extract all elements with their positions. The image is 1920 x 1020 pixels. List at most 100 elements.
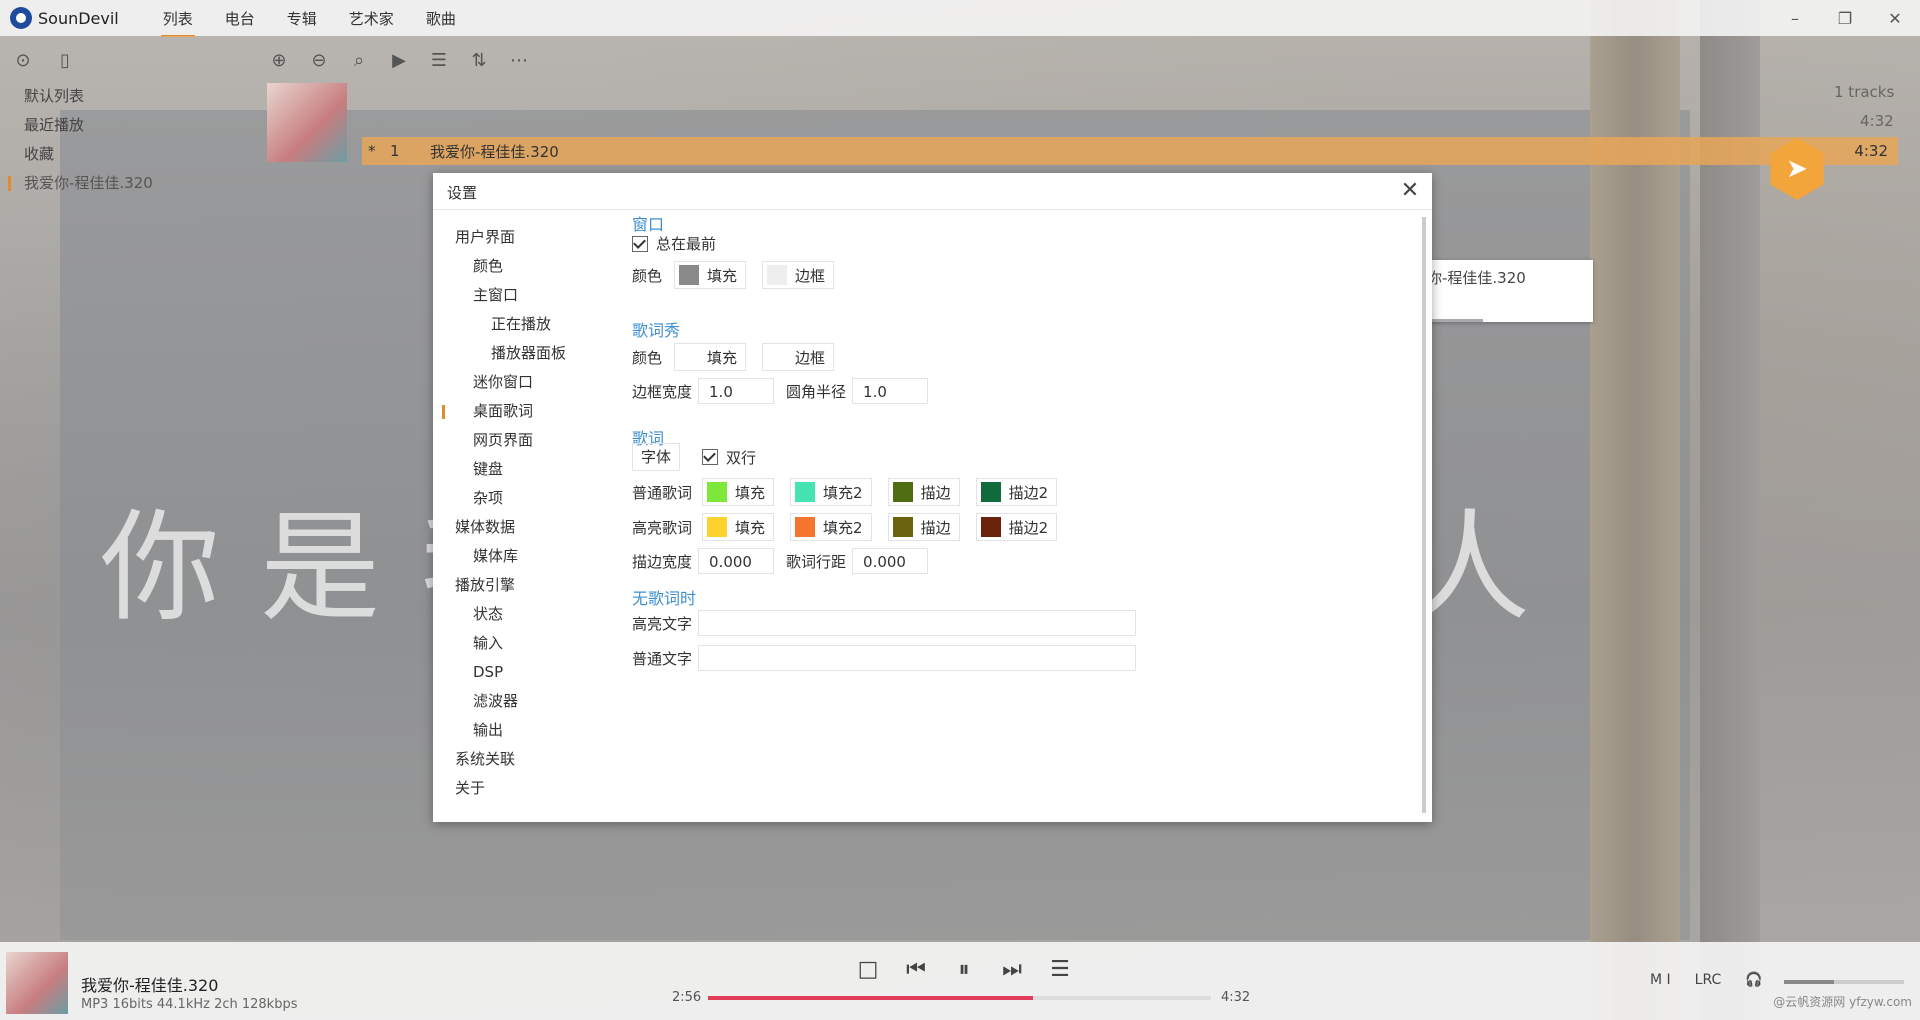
- lyric-show-border-button[interactable]: 边框: [762, 343, 835, 371]
- add-icon[interactable]: ⊕: [268, 50, 290, 72]
- always-on-top-row: 总在最前: [632, 233, 716, 254]
- window-fill-swatch: [679, 265, 700, 285]
- search-icon[interactable]: ⌕: [348, 50, 370, 72]
- tree-item[interactable]: 输出: [433, 716, 613, 745]
- tree-item[interactable]: 颜色: [433, 252, 613, 281]
- previous-icon[interactable]: ⏮: [903, 957, 929, 983]
- tree-item[interactable]: 正在播放: [433, 310, 613, 339]
- highlight-text-row: 高亮文字: [632, 610, 1137, 636]
- next-icon[interactable]: ⏭: [999, 957, 1025, 983]
- playlist-favorites[interactable]: 收藏: [24, 140, 153, 169]
- highlight-fill-button[interactable]: 填充: [702, 513, 775, 541]
- normal-fill-button[interactable]: 填充: [702, 478, 775, 506]
- player-bar: 我爱你-程佳佳.320 MP3 16bits 44.1kHz 2ch 128kb…: [0, 942, 1920, 1020]
- window-fill-button[interactable]: 填充: [674, 261, 747, 289]
- lrc-button[interactable]: LRC: [1695, 972, 1722, 988]
- highlight-stroke2-button[interactable]: 描边2: [975, 513, 1058, 541]
- close-icon[interactable]: ✕: [1396, 177, 1424, 205]
- border-width-field[interactable]: 1.0: [698, 378, 775, 404]
- sort-icon[interactable]: ⇅: [468, 50, 490, 72]
- tab-artist[interactable]: 艺术家: [345, 6, 398, 31]
- playlist-current[interactable]: 我爱你-程佳佳.320: [8, 169, 153, 198]
- section-title-lyric-show: 歌词秀: [632, 321, 681, 340]
- normal-stroke2-button[interactable]: 描边2: [975, 478, 1058, 506]
- window-border-button[interactable]: 边框: [762, 261, 835, 289]
- volume-slider[interactable]: [1784, 980, 1904, 984]
- tree-item[interactable]: 键盘: [433, 455, 613, 484]
- tree-item[interactable]: 关于: [433, 774, 613, 803]
- tree-item[interactable]: 迷你窗口: [433, 368, 613, 397]
- tab-radio[interactable]: 电台: [221, 6, 259, 31]
- window-section: 窗口: [632, 211, 664, 235]
- tree-item[interactable]: 滤波器: [433, 687, 613, 716]
- tree-item[interactable]: 播放引擎: [433, 571, 613, 600]
- tree-item[interactable]: 状态: [433, 600, 613, 629]
- highlight-stroke-label: 描边: [920, 518, 951, 537]
- lyric-show-fill-button[interactable]: 填充: [674, 343, 747, 371]
- corner-radius-field[interactable]: 1.0: [852, 378, 929, 404]
- tab-list[interactable]: 列表: [159, 6, 197, 37]
- pause-icon[interactable]: ⏸: [951, 957, 977, 983]
- duration-time: 4:32: [1221, 990, 1251, 1005]
- normal-text-label: 普通文字: [632, 649, 693, 668]
- tree-item[interactable]: 杂项: [433, 484, 613, 513]
- font-button[interactable]: 字体: [632, 443, 681, 471]
- line-spacing-field[interactable]: 0.000: [852, 548, 929, 574]
- play-icon[interactable]: ▶: [388, 50, 410, 72]
- tab-song[interactable]: 歌曲: [422, 6, 460, 31]
- normal-text-input[interactable]: [698, 645, 1137, 671]
- normal-fill2-label: 填充2: [823, 483, 863, 502]
- playlist-icon[interactable]: ☰: [1047, 957, 1073, 983]
- lyric-show-color-row: 颜色 填充 边框: [632, 343, 844, 371]
- close-window-icon[interactable]: ✕: [1870, 0, 1920, 36]
- remove-icon[interactable]: ⊖: [308, 50, 330, 72]
- normal-stroke-button[interactable]: 描边: [887, 478, 960, 506]
- window-controls: – ❐ ✕: [1770, 0, 1920, 36]
- tree-item[interactable]: 网页界面: [433, 426, 613, 455]
- scrollbar[interactable]: [1422, 217, 1426, 813]
- minimize-icon[interactable]: –: [1770, 0, 1820, 36]
- normal-lyrics-label: 普通歌词: [632, 483, 693, 502]
- restore-icon[interactable]: ❐: [1820, 0, 1870, 36]
- border-width-label: 边框宽度: [632, 382, 693, 401]
- track-row[interactable]: * 1 我爱你-程佳佳.320 4:32: [362, 137, 1898, 165]
- highlight-text-input[interactable]: [698, 610, 1137, 636]
- playlist-default[interactable]: 默认列表: [24, 82, 153, 111]
- normal-stroke2-label: 描边2: [1008, 483, 1049, 502]
- tree-item[interactable]: 系统关联: [433, 745, 613, 774]
- normal-stroke2-swatch: [980, 482, 1001, 502]
- play-circle-icon[interactable]: ⊙: [12, 50, 34, 72]
- double-line-checkbox[interactable]: [702, 449, 719, 465]
- tree-item[interactable]: DSP: [433, 658, 613, 687]
- tree-item[interactable]: 主窗口: [433, 281, 613, 310]
- view-icon[interactable]: ☰: [428, 50, 450, 72]
- tree-item[interactable]: 桌面歌词: [433, 397, 613, 426]
- playlist-recent[interactable]: 最近播放: [24, 111, 153, 140]
- window-fill-label: 填充: [707, 266, 738, 285]
- tab-album[interactable]: 专辑: [283, 6, 321, 31]
- tree-item[interactable]: 媒体库: [433, 542, 613, 571]
- more-icon[interactable]: ⋯: [508, 50, 530, 72]
- progress-bar[interactable]: [708, 996, 1211, 1000]
- highlight-lyrics-row: 高亮歌词 填充 填充2 描边 描边2: [632, 513, 1067, 541]
- new-playlist-icon[interactable]: ▯: [54, 50, 76, 72]
- stop-icon[interactable]: □: [855, 957, 881, 983]
- highlight-fill2-swatch: [795, 517, 816, 537]
- progress-fill: [708, 996, 1034, 1000]
- stroke-width-field[interactable]: 0.000: [698, 548, 775, 574]
- normal-fill2-button[interactable]: 填充2: [790, 478, 872, 506]
- tree-item[interactable]: 用户界面: [433, 223, 613, 252]
- track-title: 我爱你-程佳佳.320: [430, 142, 559, 161]
- always-on-top-label: 总在最前: [656, 235, 717, 253]
- mini-mode-button[interactable]: M I: [1650, 972, 1671, 988]
- headphones-icon[interactable]: 🎧: [1745, 972, 1762, 988]
- tree-item[interactable]: 播放器面板: [433, 339, 613, 368]
- window-border-label: 边框: [795, 266, 826, 285]
- tree-item[interactable]: 媒体数据: [433, 513, 613, 542]
- highlight-stroke-button[interactable]: 描边: [887, 513, 960, 541]
- player-album-art[interactable]: [6, 952, 68, 1014]
- player-meta: MP3 16bits 44.1kHz 2ch 128kbps: [81, 997, 298, 1012]
- always-on-top-checkbox[interactable]: [632, 235, 648, 252]
- tree-item[interactable]: 输入: [433, 629, 613, 658]
- highlight-fill2-button[interactable]: 填充2: [790, 513, 872, 541]
